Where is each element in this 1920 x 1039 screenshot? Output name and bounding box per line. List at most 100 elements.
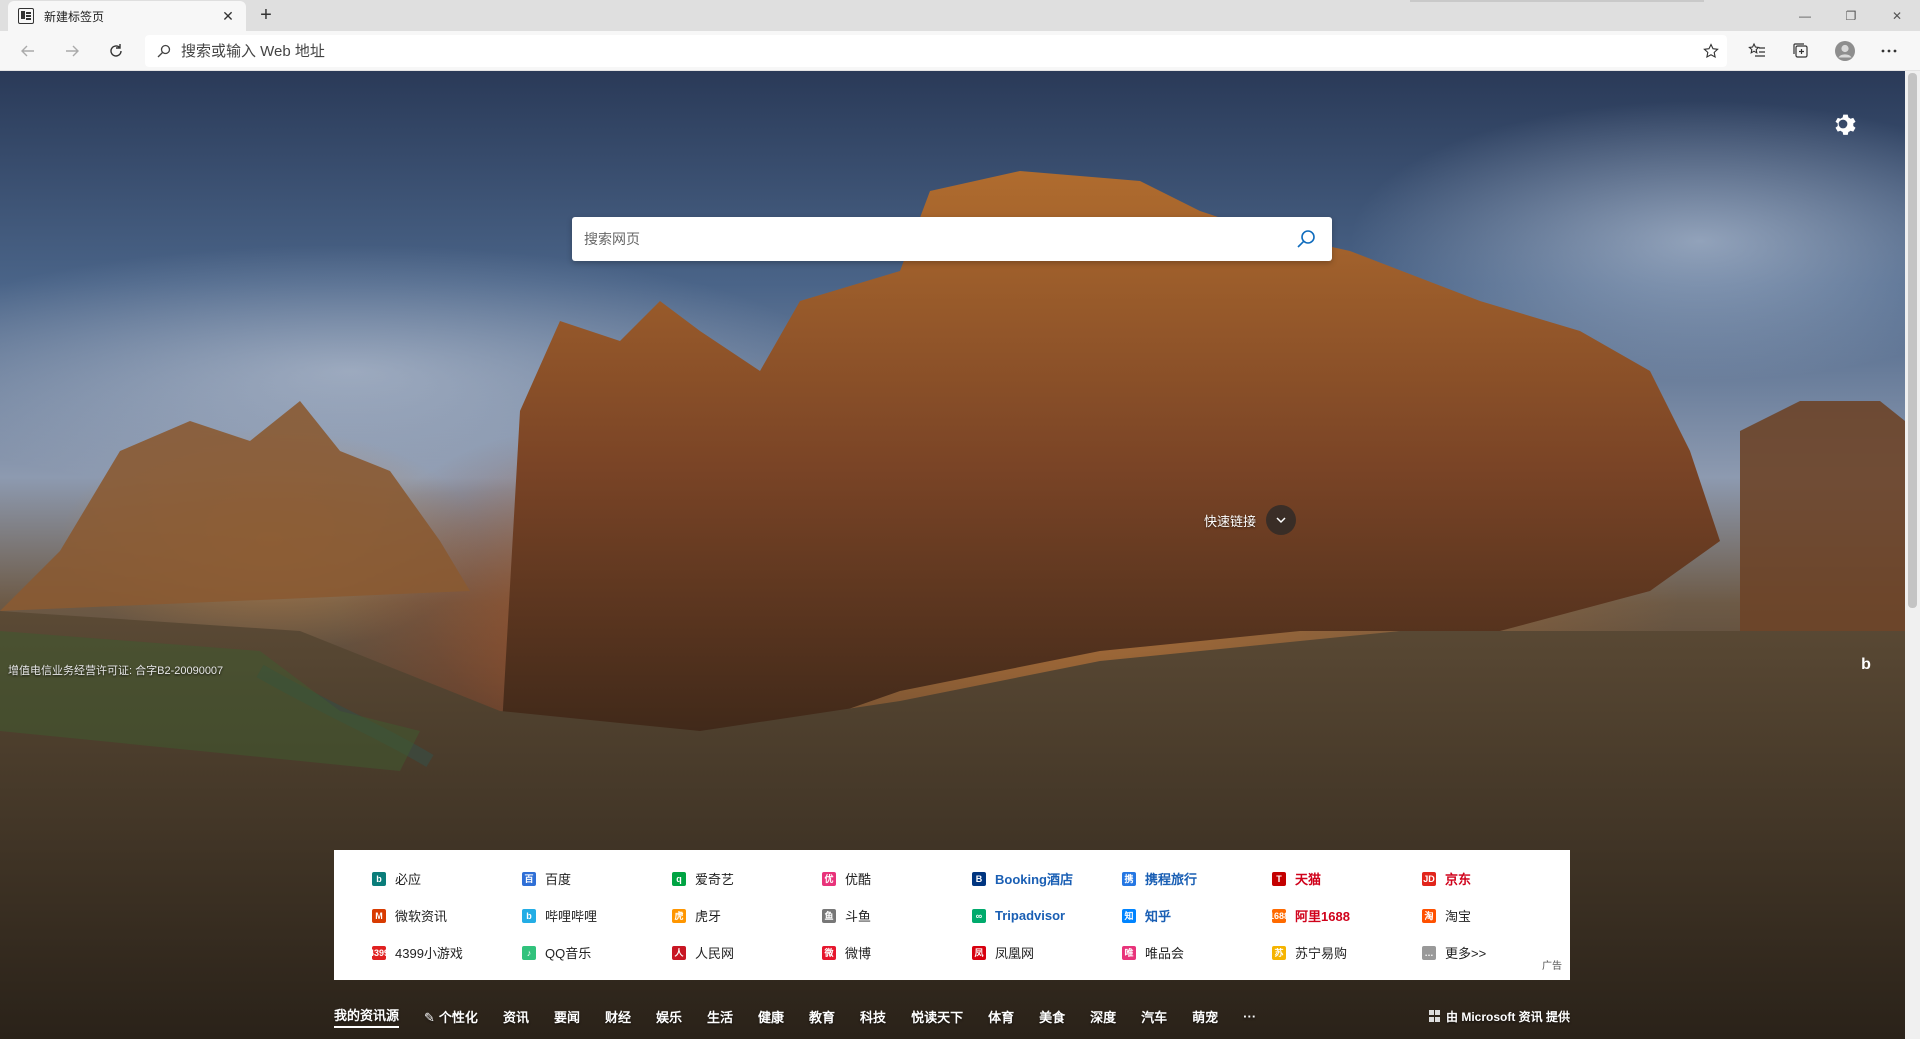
search-submit-button[interactable] bbox=[1292, 225, 1320, 253]
page-scrollbar[interactable] bbox=[1905, 71, 1920, 1039]
site-link-label: 携程旅行 bbox=[1145, 872, 1198, 887]
site-link[interactable]: 1688 阿里1688 bbox=[1268, 897, 1422, 934]
news-category-tab[interactable]: 美食 bbox=[1039, 1007, 1065, 1026]
quick-links-toggle[interactable]: 快速链接 bbox=[1204, 505, 1297, 535]
site-link[interactable]: 百百度 bbox=[522, 860, 672, 897]
news-provider[interactable]: 由 Microsoft 资讯 提供 bbox=[1428, 1008, 1570, 1025]
license-text[interactable]: 增值电信业务经营许可证: 合字B2-20090007 bbox=[8, 662, 223, 678]
forward-button[interactable] bbox=[58, 37, 86, 65]
news-category-tab[interactable]: 科技 bbox=[860, 1007, 886, 1026]
site-link[interactable]: 唯唯品会 bbox=[1122, 934, 1272, 971]
site-link[interactable]: 4399 4399小游戏 bbox=[369, 934, 522, 971]
site-link-label: 唯品会 bbox=[1145, 946, 1185, 961]
close-window-button[interactable]: ✕ bbox=[1874, 0, 1920, 31]
site-logo-icon: b bbox=[372, 871, 386, 886]
forward-arrow-icon bbox=[66, 45, 79, 57]
microsoft-logo-icon bbox=[1428, 1010, 1441, 1022]
news-category-label: 美食 bbox=[1039, 1009, 1066, 1025]
site-link[interactable]: b 必应 bbox=[372, 860, 522, 897]
page-settings-button[interactable] bbox=[1828, 109, 1858, 139]
news-category-label: 教育 bbox=[809, 1009, 836, 1025]
site-link[interactable]: B Booking酒店 bbox=[972, 860, 1122, 897]
site-link[interactable]: q 爱奇艺 bbox=[672, 860, 822, 897]
search-icon bbox=[157, 44, 171, 58]
site-link[interactable]: 微微博 bbox=[822, 934, 972, 971]
site-link[interactable]: 携携程旅行 bbox=[1122, 860, 1272, 897]
site-link[interactable]: 淘淘宝 bbox=[1422, 897, 1572, 934]
favorite-star-button[interactable] bbox=[1695, 35, 1727, 67]
address-input[interactable] bbox=[181, 42, 1695, 60]
site-link[interactable]: ∞ Tripadvisor bbox=[972, 897, 1122, 934]
news-category-tab[interactable]: 娱乐 bbox=[656, 1007, 682, 1026]
tab-new-tab[interactable]: 新建标签页 ✕ bbox=[8, 1, 246, 31]
site-link[interactable]: ♪ QQ音乐 bbox=[522, 934, 672, 971]
tab-close-button[interactable]: ✕ bbox=[220, 8, 236, 25]
personalize-tab[interactable]: ✎ 个性化 bbox=[424, 1007, 478, 1026]
site-logo-icon: T bbox=[1272, 871, 1286, 886]
tab-title: 新建标签页 bbox=[44, 9, 105, 24]
news-category-tab[interactable]: 健康 bbox=[758, 1007, 784, 1026]
site-link[interactable]: 人人民网 bbox=[672, 934, 822, 971]
star-icon bbox=[1703, 43, 1719, 59]
site-links-panel: b 必应百百度 q 爱奇艺优优酷 B Booking酒店携携程旅行 T 天猫 JD 京东 M 微软资讯… bbox=[334, 850, 1570, 980]
site-logo-icon: … bbox=[1422, 945, 1436, 960]
site-logo-icon: 凤 bbox=[972, 945, 986, 960]
collections-icon bbox=[1793, 43, 1808, 58]
scrollbar-thumb[interactable] bbox=[1908, 73, 1917, 608]
site-link[interactable]: 苏苏宁易购 bbox=[1272, 934, 1422, 971]
site-link[interactable]: 凤凤凰网 bbox=[972, 934, 1122, 971]
bing-logo-icon[interactable]: b bbox=[1852, 651, 1880, 679]
ad-label: 广告 bbox=[1542, 961, 1562, 972]
site-link[interactable]: M 微软资讯 bbox=[372, 897, 522, 934]
search-icon bbox=[1297, 230, 1315, 248]
news-category-tab[interactable]: 我的资讯源 bbox=[334, 1005, 400, 1028]
site-logo-icon: 虎 bbox=[672, 908, 686, 923]
site-link[interactable]: T 天猫 bbox=[1272, 860, 1422, 897]
news-category-tab[interactable]: 深度 bbox=[1090, 1007, 1116, 1026]
site-logo-icon: JD bbox=[1422, 871, 1436, 886]
restore-button[interactable]: ❐ bbox=[1828, 0, 1874, 31]
news-category-label: 萌宠 bbox=[1192, 1009, 1219, 1025]
minimize-button[interactable]: — bbox=[1782, 0, 1828, 31]
site-link[interactable]: 知知乎 bbox=[1122, 897, 1272, 934]
news-category-list: 我的资讯源 ✎ 个性化 资讯 要闻 财经 娱乐 生活 健康 教育 科技 悦读天下 体育 美食 深度 汽车 萌宠 ·… bbox=[334, 1005, 1281, 1028]
news-category-tab[interactable]: 资讯 bbox=[503, 1007, 529, 1026]
news-category-tab[interactable]: 要闻 bbox=[554, 1007, 580, 1026]
favorites-list-icon bbox=[1748, 42, 1765, 57]
site-link[interactable]: 虎虎牙 bbox=[672, 897, 822, 934]
site-link[interactable]: JD 京东 bbox=[1422, 860, 1572, 897]
news-category-label: 财经 bbox=[604, 1009, 631, 1025]
site-link-label: 京东 bbox=[1445, 872, 1472, 887]
collections-button[interactable] bbox=[1787, 37, 1815, 65]
site-link-label: 更多>> bbox=[1445, 946, 1487, 961]
news-category-tab[interactable]: 生活 bbox=[707, 1007, 733, 1026]
avatar-icon bbox=[1835, 41, 1855, 61]
site-link[interactable]: 优优酷 bbox=[822, 860, 972, 897]
new-tab-button[interactable]: + bbox=[252, 3, 280, 29]
site-link-label: 淘宝 bbox=[1445, 909, 1472, 924]
news-category-tab[interactable]: 汽车 bbox=[1141, 1007, 1167, 1026]
news-category-tab[interactable]: 悦读天下 bbox=[911, 1007, 963, 1026]
web-search-box[interactable] bbox=[572, 217, 1332, 261]
site-link-label: 4399小游戏 bbox=[395, 946, 463, 961]
news-category-tab[interactable]: 财经 bbox=[605, 1007, 631, 1026]
profile-button[interactable] bbox=[1831, 37, 1859, 65]
site-logo-icon: 1688 bbox=[1268, 908, 1290, 923]
back-button[interactable] bbox=[14, 37, 42, 65]
address-bar[interactable] bbox=[145, 35, 1727, 67]
news-category-label: 生活 bbox=[707, 1009, 734, 1025]
site-link-label: 微软资讯 bbox=[395, 909, 448, 924]
news-category-tab[interactable]: 萌宠 bbox=[1192, 1007, 1218, 1026]
news-category-label: 体育 bbox=[988, 1009, 1015, 1025]
refresh-button[interactable] bbox=[102, 37, 130, 65]
news-category-tab[interactable]: 体育 bbox=[988, 1007, 1014, 1026]
news-category-tab[interactable]: ··· bbox=[1243, 1009, 1256, 1024]
site-link[interactable]: 鱼斗鱼 bbox=[822, 897, 972, 934]
settings-menu-button[interactable] bbox=[1875, 37, 1903, 65]
favorites-button[interactable] bbox=[1743, 37, 1771, 65]
web-search-input[interactable] bbox=[584, 231, 1292, 247]
news-category-tab[interactable]: 教育 bbox=[809, 1007, 835, 1026]
news-category-label: 个性化 bbox=[438, 1009, 478, 1025]
site-link[interactable]: b 哔哩哔哩 bbox=[522, 897, 672, 934]
news-category-nav: 我的资讯源 ✎ 个性化 资讯 要闻 财经 娱乐 生活 健康 教育 科技 悦读天下 体育 美食 深度 汽车 萌宠 ·… bbox=[334, 1004, 1570, 1028]
